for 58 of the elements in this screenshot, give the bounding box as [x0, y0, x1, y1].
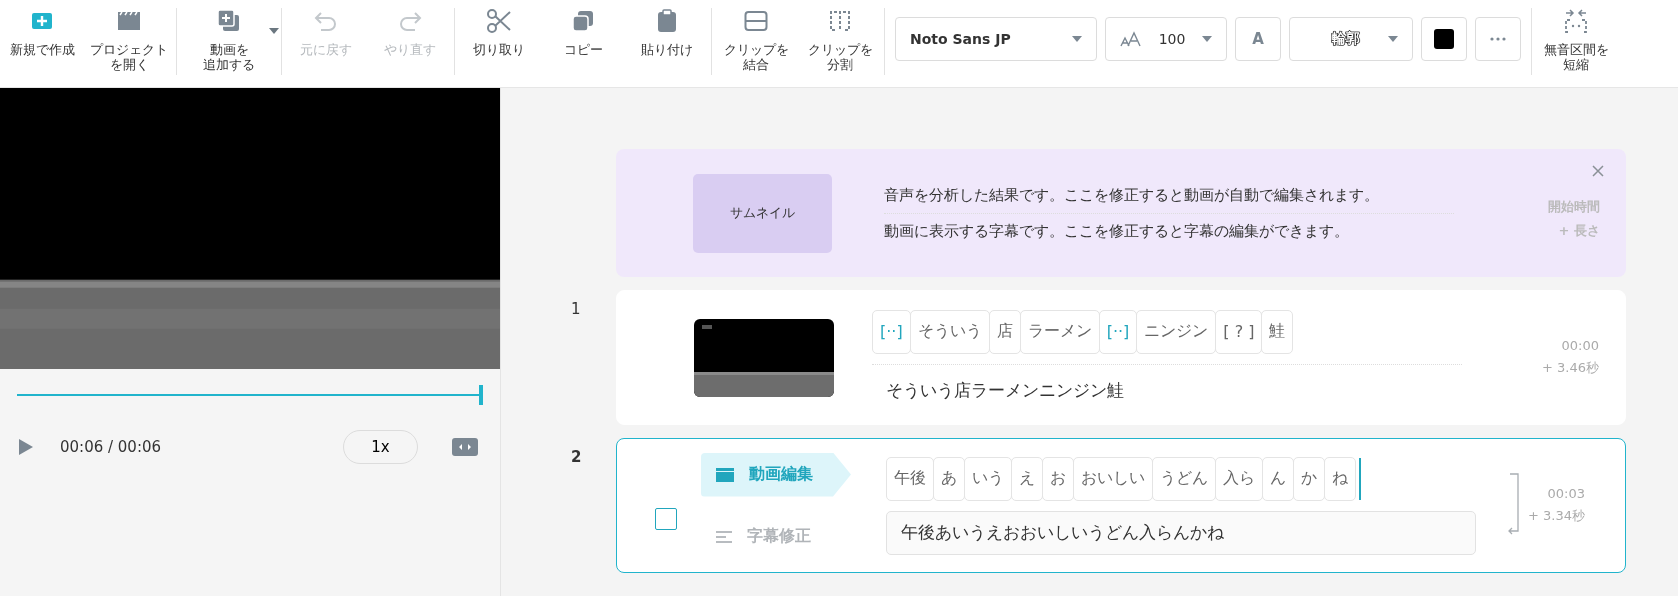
- speed-button[interactable]: 1x: [343, 430, 418, 464]
- toolbar-button[interactable]: 切り取り: [457, 0, 541, 87]
- clip-number: 1: [571, 299, 582, 318]
- checkbox[interactable]: [655, 508, 677, 530]
- toolbar-button[interactable]: 新規で作成: [0, 0, 84, 87]
- toolbar-button[interactable]: クリップを分割: [798, 0, 882, 87]
- toolbar-button[interactable]: プロジェクトを開く: [84, 0, 174, 87]
- merge-clip-icon: [744, 10, 768, 32]
- toolbar-button[interactable]: コピー: [541, 0, 625, 87]
- duration: + 3.46秒: [1542, 359, 1599, 377]
- redo-icon: [397, 10, 423, 32]
- toolbar-button[interactable]: 貼り付け: [625, 0, 709, 87]
- thumbnail-field: サムネイル: [693, 173, 832, 253]
- word-chip[interactable]: 鮭: [1261, 309, 1294, 354]
- duration: + 3.34秒: [1528, 507, 1585, 525]
- expand-icon[interactable]: [452, 438, 478, 456]
- split-clip-icon: [828, 10, 852, 32]
- clip-number: 2: [571, 447, 583, 466]
- start-time: 00:03: [1547, 486, 1585, 501]
- subtitle-field[interactable]: 午後あいうえおおいしいうどん入らんかね: [886, 510, 1476, 555]
- font-select[interactable]: Noto Sans JP: [895, 16, 1097, 61]
- clip-card[interactable]: [··] そういう 店 ラーメン [··] ニンジン [ ? ] 鮭 そういう店ラーメンニンジン鮭 00:00 + 3.46秒: [616, 290, 1626, 425]
- hint-text: 音声を分析した結果です。ここを修正すると動画が自動で編集されます。: [884, 185, 1380, 205]
- start-time-label: 開始時間: [1548, 198, 1600, 216]
- add-video-icon: [217, 9, 241, 33]
- undo-icon: [313, 10, 339, 32]
- scissors-icon: [486, 8, 512, 34]
- play-icon[interactable]: [18, 438, 34, 456]
- color-button[interactable]: [1421, 16, 1467, 61]
- playback-time: 00:06 / 00:06: [60, 438, 163, 456]
- clip-card[interactable]: 動画編集 字幕修正 午後 あ いう え お おいしい うどん 入ら ん か ね 午後あいうえおおいしいうどん入らんかね 00:03 + 3.34秒: [616, 438, 1626, 573]
- word-chip[interactable]: ね: [1324, 456, 1356, 501]
- close-icon[interactable]: [1592, 165, 1604, 177]
- clapperboard-icon: [117, 10, 141, 32]
- progress-handle[interactable]: [479, 385, 483, 405]
- caret-icon[interactable]: [269, 28, 279, 34]
- font-size-icon: [1120, 30, 1142, 47]
- subtitle-text: そういう店ラーメンニンジン鮭: [885, 378, 1125, 402]
- text-lines-icon: [715, 529, 733, 544]
- caret-icon: [1388, 35, 1398, 42]
- clipboard-icon: [657, 9, 677, 33]
- more-icon: [1490, 36, 1506, 41]
- length-label: + 長さ: [1558, 222, 1600, 240]
- outline-select[interactable]: 輪郭: [1289, 16, 1413, 61]
- shorten-silence-button[interactable]: 無音区間を短縮: [1534, 0, 1618, 87]
- shorten-icon: [1563, 8, 1589, 34]
- new-project-icon: [31, 10, 53, 32]
- font-size-select[interactable]: 100: [1105, 16, 1227, 61]
- toolbar-button[interactable]: 動画を追加する: [179, 0, 279, 87]
- start-time: 00:00: [1561, 338, 1599, 353]
- caret-icon: [1072, 35, 1082, 42]
- copy-icon: [572, 10, 594, 32]
- caret-icon: [1202, 35, 1212, 42]
- text-style-button[interactable]: A: [1235, 16, 1281, 61]
- clapperboard-icon: [715, 466, 735, 483]
- hint-text: 動画に表示する字幕です。ここを修正すると字幕の編集ができます。: [884, 221, 1350, 241]
- toolbar-button[interactable]: クリップを結合: [714, 0, 798, 87]
- progress-slider[interactable]: [17, 385, 483, 405]
